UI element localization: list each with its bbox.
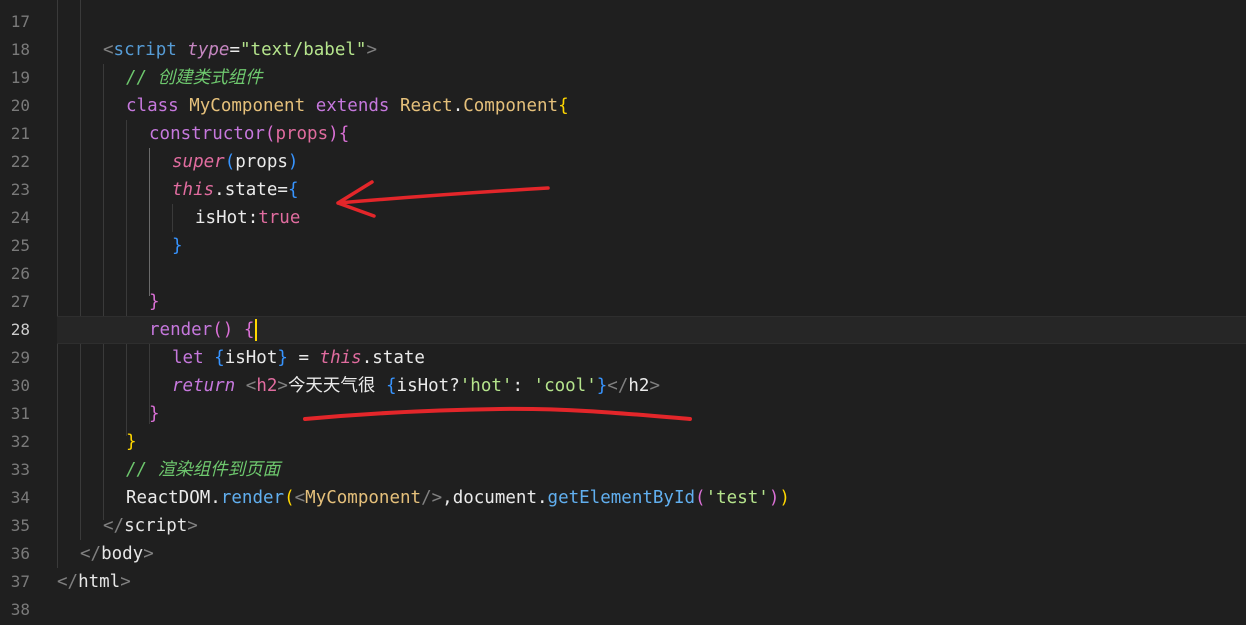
code-line-31[interactable]: } [57, 400, 1246, 428]
code-line-28-current[interactable]: render() { [57, 316, 1246, 344]
code-line-24[interactable]: isHot:true [57, 204, 1246, 232]
line-number: 21 [10, 124, 30, 143]
line-number: 30 [10, 376, 30, 395]
line-number: 23 [10, 180, 30, 199]
line-number: 38 [10, 600, 30, 619]
line-number: 29 [10, 348, 30, 367]
line-number: 24 [10, 208, 30, 227]
code-line-35[interactable]: </script> [57, 512, 1246, 540]
line-number: 35 [10, 516, 30, 535]
code-line-23[interactable]: this.state={ [57, 176, 1246, 204]
code-line-34[interactable]: ReactDOM.render(<MyComponent/>,document.… [57, 484, 1246, 512]
line-number: 25 [10, 236, 30, 255]
line-number: 37 [10, 572, 30, 591]
line-number: 19 [10, 68, 30, 87]
code-line-21[interactable]: constructor(props){ [57, 120, 1246, 148]
line-number: 36 [10, 544, 30, 563]
line-number-gutter: 17 18 19 20 21 22 23 24 25 26 27 28 29 30 31 32 33 34 35 36… [0, 0, 56, 625]
line-number: 31 [10, 404, 30, 423]
code-line-22[interactable]: super(props) [57, 148, 1246, 176]
line-number: 18 [10, 40, 30, 59]
line-number: 17 [10, 12, 30, 31]
code-line-25[interactable]: } [57, 232, 1246, 260]
line-number: 32 [10, 432, 30, 451]
text-cursor [255, 319, 258, 341]
code-area[interactable]: <script type="text/babel"> // 创建类式组件 cla… [57, 0, 1246, 625]
line-number: 34 [10, 488, 30, 507]
code-line-37[interactable]: </html> [57, 568, 1246, 596]
code-line-36[interactable]: </body> [57, 540, 1246, 568]
code-line-27[interactable]: } [57, 288, 1246, 316]
line-number: 22 [10, 152, 30, 171]
line-number: 20 [10, 96, 30, 115]
code-line-33[interactable]: // 渲染组件到页面 [57, 456, 1246, 484]
code-editor[interactable]: 17 18 19 20 21 22 23 24 25 26 27 28 29 30 31 32 33 34 35 36… [0, 0, 1246, 625]
line-number: 33 [10, 460, 30, 479]
code-line-18[interactable]: <script type="text/babel"> [57, 36, 1246, 64]
code-line-20[interactable]: class MyComponent extends React.Componen… [57, 92, 1246, 120]
code-line-32[interactable]: } [57, 428, 1246, 456]
line-number: 26 [10, 264, 30, 283]
line-number: 27 [10, 292, 30, 311]
code-line-29[interactable]: let {isHot} = this.state [57, 344, 1246, 372]
code-line-30[interactable]: return <h2>今天天气很 {isHot?'hot': 'cool'}</… [57, 372, 1246, 400]
code-line-19[interactable]: // 创建类式组件 [57, 64, 1246, 92]
line-number: 28 [10, 320, 30, 339]
